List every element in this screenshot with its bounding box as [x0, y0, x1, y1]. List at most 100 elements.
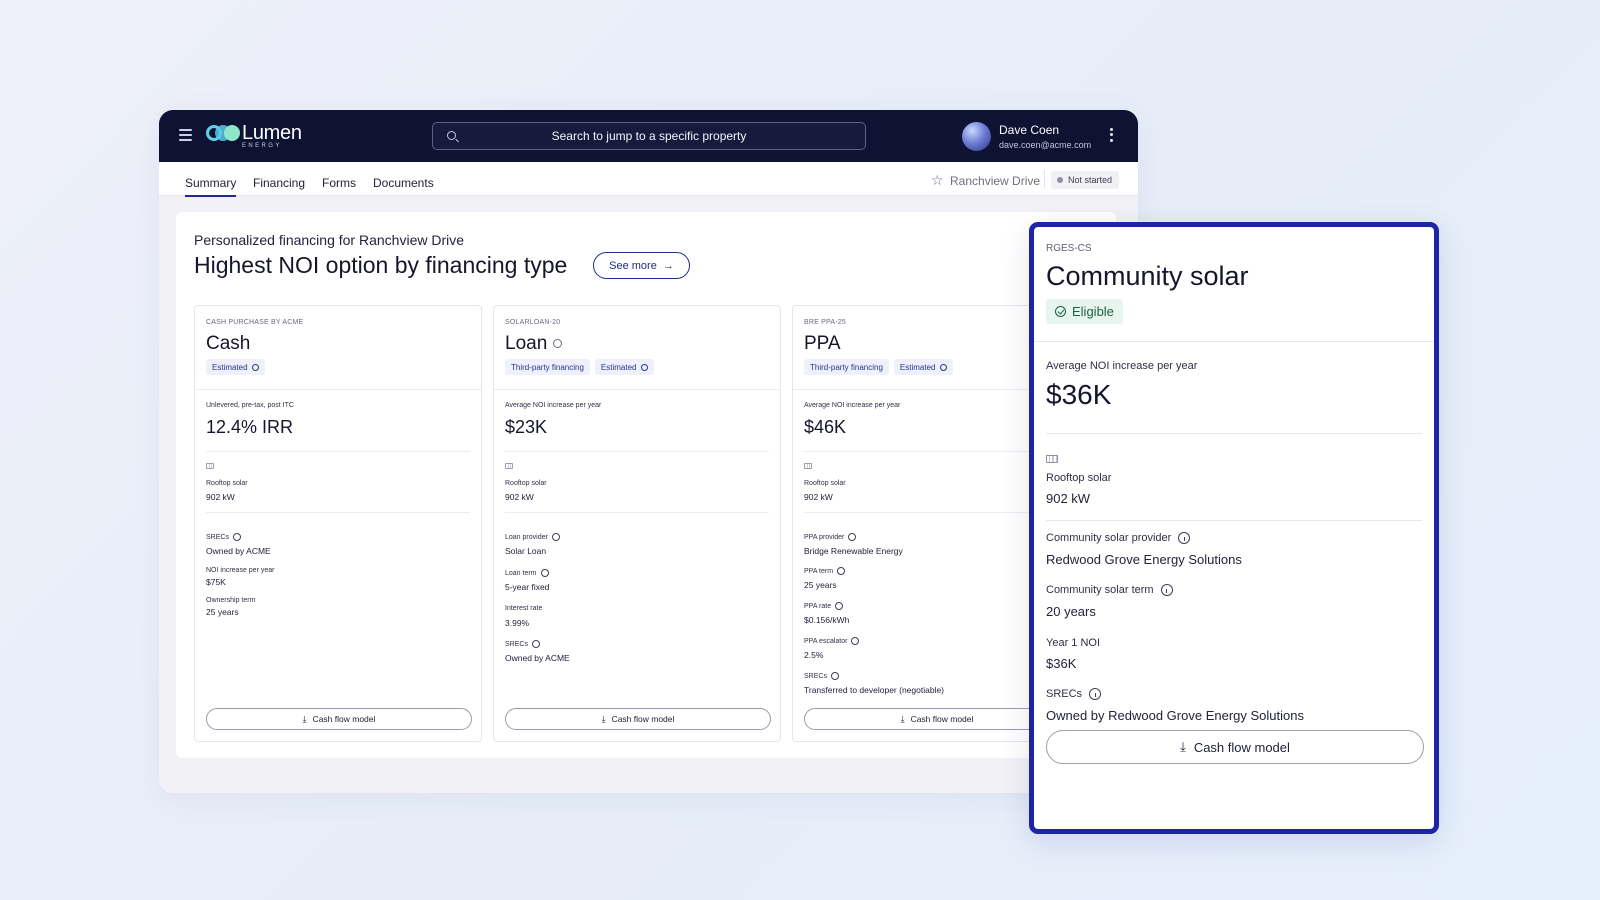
metric-label: Average NOI increase per year [505, 402, 602, 409]
metric-value: $23K [505, 417, 548, 437]
info-icon[interactable] [830, 672, 839, 680]
detail-value: 20 years [1046, 604, 1096, 619]
property-name: Ranchview Drive [950, 174, 1041, 188]
tag-label: Estimated [899, 362, 936, 372]
cash-flow-model-button[interactable]: ⤓ Cash flow model [1046, 730, 1424, 764]
info-icon[interactable] [540, 569, 549, 577]
detail-value: Owned by ACME [505, 653, 570, 663]
more-options-icon[interactable] [1110, 128, 1114, 144]
button-label: Cash flow model [1193, 739, 1290, 755]
detail-label: PPA escalator [804, 637, 860, 645]
info-icon[interactable] [551, 533, 560, 541]
tag-third-party: Third-party financing [505, 359, 590, 375]
divider [1034, 341, 1434, 342]
user-email: dave.coen@acme.com [999, 140, 1092, 150]
info-icon[interactable] [553, 339, 563, 349]
system-label: Rooftop solar [505, 480, 547, 487]
detail-label-text: SRECs [804, 672, 827, 680]
metric-value: $46K [804, 417, 847, 437]
system-value: 902 kW [804, 492, 833, 502]
info-icon[interactable] [1089, 688, 1102, 700]
avatar[interactable] [962, 122, 991, 151]
tag-third-party: Third-party financing [804, 359, 889, 375]
detail-label: Loan term [505, 569, 549, 577]
card-title: Loan [505, 333, 563, 355]
app-window: Lumen ENERGY Search to jump to a specifi… [159, 110, 1138, 793]
detail-label: SRECs [206, 533, 241, 541]
info-icon[interactable] [251, 363, 259, 371]
eligible-badge: Eligible [1046, 299, 1123, 324]
card-eyebrow: CASH PURCHASE BY ACME [206, 319, 304, 326]
detail-label-text: SRECs [206, 533, 229, 541]
user-info[interactable]: Dave Coen dave.coen@acme.com [999, 123, 1091, 150]
info-icon[interactable] [1160, 584, 1173, 596]
detail-value: 25 years [206, 607, 239, 617]
detail-label-text: SRECs [505, 640, 528, 648]
detail-value: 25 years [804, 580, 837, 590]
status-text: Not started [1068, 175, 1113, 185]
info-icon[interactable] [531, 640, 540, 648]
logo-subtitle: ENERGY [242, 143, 282, 149]
financing-summary-panel: Personalized financing for Ranchview Dri… [176, 212, 1116, 758]
detail-label: PPA term [804, 567, 846, 575]
star-icon[interactable]: ☆ [931, 172, 944, 189]
cash-flow-model-button[interactable]: ⤓ Cash flow model [206, 708, 472, 730]
button-label: Cash flow model [910, 714, 974, 724]
system-label: Rooftop solar [1046, 472, 1112, 484]
metric-label: Average NOI increase per year [1046, 360, 1198, 372]
search-input[interactable]: Search to jump to a specific property [432, 122, 866, 150]
tag-label: Estimated [600, 362, 637, 372]
detail-label: Year 1 NOI [1046, 637, 1101, 649]
see-more-button[interactable]: See more → [593, 252, 690, 279]
divider [1046, 433, 1422, 434]
hamburger-menu-icon[interactable] [179, 129, 192, 141]
search-icon [447, 131, 456, 140]
detail-value: $36K [1046, 656, 1077, 671]
info-icon[interactable] [640, 363, 648, 371]
download-icon: ⤓ [302, 713, 307, 724]
page-title: Highest NOI option by financing type [194, 252, 568, 278]
info-icon[interactable] [939, 363, 947, 371]
detail-label: NOI increase per year [206, 567, 275, 574]
detail-label: SRECs [1046, 688, 1102, 700]
cash-flow-model-button[interactable]: ⤓ Cash flow model [505, 708, 771, 730]
tab-forms[interactable]: Forms [322, 176, 356, 190]
detail-value: $0.156/kWh [804, 615, 850, 625]
tab-financing[interactable]: Financing [253, 176, 305, 190]
info-icon[interactable] [837, 567, 846, 575]
info-icon[interactable] [851, 637, 860, 645]
user-name: Dave Coen [999, 123, 1060, 137]
detail-label-text: PPA rate [804, 602, 832, 610]
detail-label: Community solar provider [1046, 532, 1191, 544]
solar-panel-icon [505, 463, 513, 469]
divider [1044, 170, 1045, 188]
detail-label: SRECs [804, 672, 839, 680]
info-icon[interactable] [232, 533, 241, 541]
info-icon[interactable] [835, 602, 844, 610]
detail-label: Interest rate [505, 605, 543, 612]
divider [206, 512, 470, 513]
detail-value: Owned by Redwood Grove Energy Solutions [1046, 708, 1304, 723]
info-icon[interactable] [1178, 532, 1191, 544]
divider [1046, 520, 1422, 521]
detail-label-text: Community solar term [1046, 584, 1154, 596]
info-icon[interactable] [848, 533, 857, 541]
card-title: Community solar [1046, 261, 1249, 291]
system-value: 902 kW [1046, 491, 1091, 506]
financing-card-loan: SOLARLOAN-20 Loan Third-party financing … [493, 305, 781, 742]
detail-value: Bridge Renewable Energy [804, 546, 903, 556]
tab-summary[interactable]: Summary [185, 176, 237, 197]
card-eyebrow: BRE PPA-25 [804, 319, 846, 326]
tag-estimated: Estimated [893, 359, 953, 375]
badge-label: Eligible [1072, 304, 1114, 319]
detail-label-text: PPA escalator [804, 637, 848, 645]
card-eyebrow: SOLARLOAN-20 [505, 319, 561, 326]
metric-label: Average NOI increase per year [804, 402, 901, 409]
search-placeholder: Search to jump to a specific property [551, 129, 747, 143]
detail-label-text: Community solar provider [1046, 532, 1172, 544]
solar-panel-icon [1046, 455, 1058, 463]
divider [206, 451, 470, 452]
detail-value: 5-year fixed [505, 582, 550, 592]
download-icon: ⤓ [601, 713, 606, 724]
tab-documents[interactable]: Documents [373, 176, 434, 190]
